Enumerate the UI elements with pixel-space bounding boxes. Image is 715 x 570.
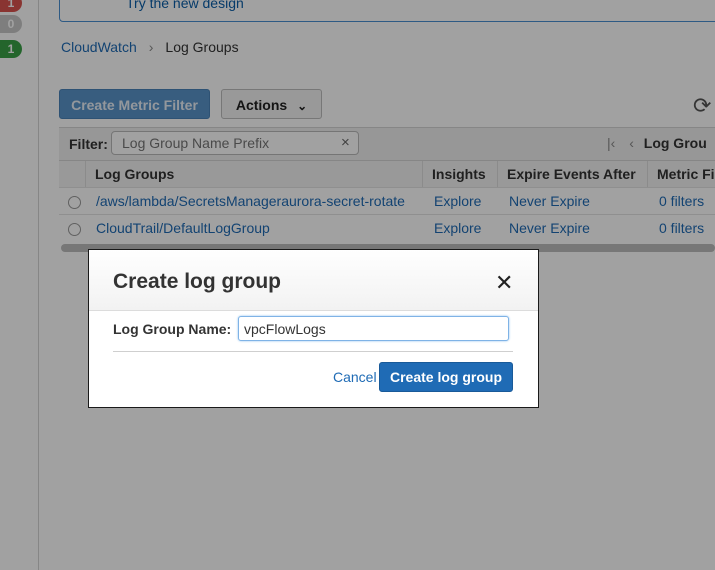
close-icon[interactable]: ✕ [495,270,513,296]
log-group-name-input[interactable] [238,316,509,341]
dialog-divider [113,351,513,352]
dialog-title: Create log group [113,270,282,293]
create-log-group-dialog: Create log group ✕ Log Group Name: Cance… [88,249,539,408]
log-group-name-label: Log Group Name: [113,321,232,337]
cancel-link[interactable]: Cancel [333,369,377,385]
dialog-header: Create log group ✕ [89,250,538,311]
create-log-group-button[interactable]: Create log group [379,362,513,392]
